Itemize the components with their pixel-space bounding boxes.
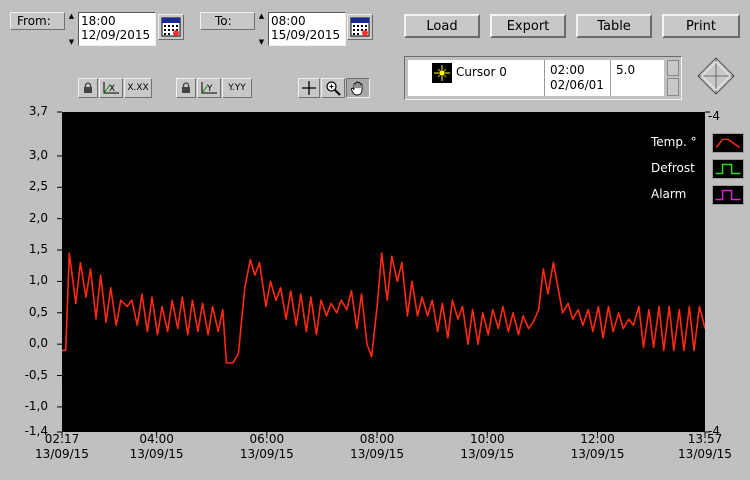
legend-label: Alarm xyxy=(651,187,687,201)
to-label-button[interactable]: To: xyxy=(200,12,255,30)
from-label-button[interactable]: From: xyxy=(10,12,65,30)
from-time-value: 18:00 xyxy=(81,14,116,28)
legend-swatch[interactable] xyxy=(712,159,744,179)
from-date-value: 12/09/2015 xyxy=(81,28,151,42)
x-tick-label: 06:00 13/09/15 xyxy=(227,432,307,462)
x-tick-time: 13:57 xyxy=(687,432,723,446)
legend-line-icon xyxy=(715,138,741,149)
print-button[interactable]: Print xyxy=(662,14,740,38)
spin-up-icon[interactable]: ▲ xyxy=(259,12,264,20)
crosshair-icon xyxy=(302,81,316,95)
legend-swatch[interactable] xyxy=(712,133,744,153)
x-scale-lock-button[interactable] xyxy=(78,78,98,98)
hand-icon xyxy=(351,81,363,96)
y-format-label: Y.YY xyxy=(228,83,246,93)
pan-tool-button[interactable] xyxy=(346,78,370,98)
zoom-icon xyxy=(326,81,341,96)
x-tick-date: 13/09/15 xyxy=(129,447,184,461)
x-tick-date: 13/09/15 xyxy=(239,447,294,461)
x-tick-time: 08:00 xyxy=(359,432,395,446)
spin-down-icon[interactable]: ▼ xyxy=(69,38,74,46)
spin-down-icon[interactable]: ▼ xyxy=(259,38,264,46)
load-button[interactable]: Load xyxy=(404,14,480,38)
x-tick-label: 02:17 13/09/15 xyxy=(22,432,102,462)
x-tick-label: 13:57 13/09/15 xyxy=(665,432,745,462)
y-autoscale-button[interactable]: Y xyxy=(197,78,221,98)
legend-label: Temp. ° xyxy=(651,135,697,149)
to-date-value: 15/09/2015 xyxy=(271,28,341,42)
legend-line-icon xyxy=(715,163,741,175)
legend-label: Defrost xyxy=(651,161,695,175)
zoom-tool-button[interactable] xyxy=(321,78,345,98)
cursor-tool-button[interactable] xyxy=(298,78,320,98)
from-spinner[interactable]: ▲ ▼ xyxy=(66,12,77,46)
x-tick-time: 06:00 xyxy=(249,432,285,446)
table-button[interactable]: Table xyxy=(576,14,652,38)
calendar-icon xyxy=(350,17,370,37)
x-format-label: X.XX xyxy=(127,83,149,93)
lock-icon xyxy=(182,82,190,93)
cursor-value: 5.0 xyxy=(616,63,636,77)
calendar-icon xyxy=(161,17,181,37)
x-tick-time: 02:17 xyxy=(44,432,80,446)
legend-line-icon xyxy=(715,189,741,201)
lock-icon xyxy=(84,82,92,93)
x-autoscale-icon: X xyxy=(103,82,119,94)
cursor-style-swatch[interactable] xyxy=(432,63,452,83)
graph-tick-marks xyxy=(57,111,710,436)
x-tick-time: 12:00 xyxy=(580,432,615,446)
y-scale-lock-button[interactable] xyxy=(176,78,196,98)
from-calendar-button[interactable] xyxy=(158,14,184,40)
from-datetime-field[interactable]: 18:00 12/09/2015 xyxy=(78,12,156,46)
cursor-time: 02:00 xyxy=(550,63,585,77)
legend-swatch[interactable] xyxy=(712,185,744,205)
to-time-value: 08:00 xyxy=(271,14,306,28)
cursor-legend-scroll-up[interactable] xyxy=(667,60,679,76)
cursor-legend-scroll-down[interactable] xyxy=(667,78,679,96)
cursor-divider-2 xyxy=(610,60,611,96)
spin-up-icon[interactable]: ▲ xyxy=(69,12,74,20)
x-autoscale-button[interactable]: X xyxy=(99,78,123,98)
y-autoscale-icon: Y xyxy=(201,82,217,94)
cursor-move-pad[interactable] xyxy=(694,56,738,96)
x-tick-time: 04:00 xyxy=(139,432,174,446)
cursor-crosshair-icon xyxy=(434,65,450,81)
x-tick-label: 04:00 13/09/15 xyxy=(117,432,197,462)
x-format-button[interactable]: X.XX xyxy=(124,78,152,98)
x-tick-label: 08:00 13/09/15 xyxy=(337,432,417,462)
export-button[interactable]: Export xyxy=(490,14,566,38)
to-spinner[interactable]: ▲ ▼ xyxy=(256,12,267,46)
y-format-button[interactable]: Y.YY xyxy=(222,78,252,98)
cursor-row[interactable]: Cursor 0 02:00 02/06/01 5.0 xyxy=(408,60,664,96)
to-calendar-button[interactable] xyxy=(347,14,373,40)
cursor-name: Cursor 0 xyxy=(456,65,507,79)
to-datetime-field[interactable]: 08:00 15/09/2015 xyxy=(268,12,346,46)
x-tick-date: 13/09/15 xyxy=(35,447,89,461)
x-tick-date: 13/09/15 xyxy=(678,447,732,461)
x-tick-date: 13/09/15 xyxy=(570,447,625,461)
x-tick-label: 12:00 13/09/15 xyxy=(558,432,638,462)
cursor-date: 02/06/01 xyxy=(550,78,604,92)
cursor-legend: Cursor 0 02:00 02/06/01 5.0 xyxy=(404,56,682,100)
x-tick-label: 10:00 13/09/15 xyxy=(447,432,527,462)
cursor-move-diamond-icon xyxy=(697,57,735,95)
x-tick-time: 10:00 xyxy=(470,432,505,446)
cursor-divider-1 xyxy=(544,60,545,96)
x-tick-date: 13/09/15 xyxy=(350,447,405,461)
x-tick-date: 13/09/15 xyxy=(460,447,515,461)
